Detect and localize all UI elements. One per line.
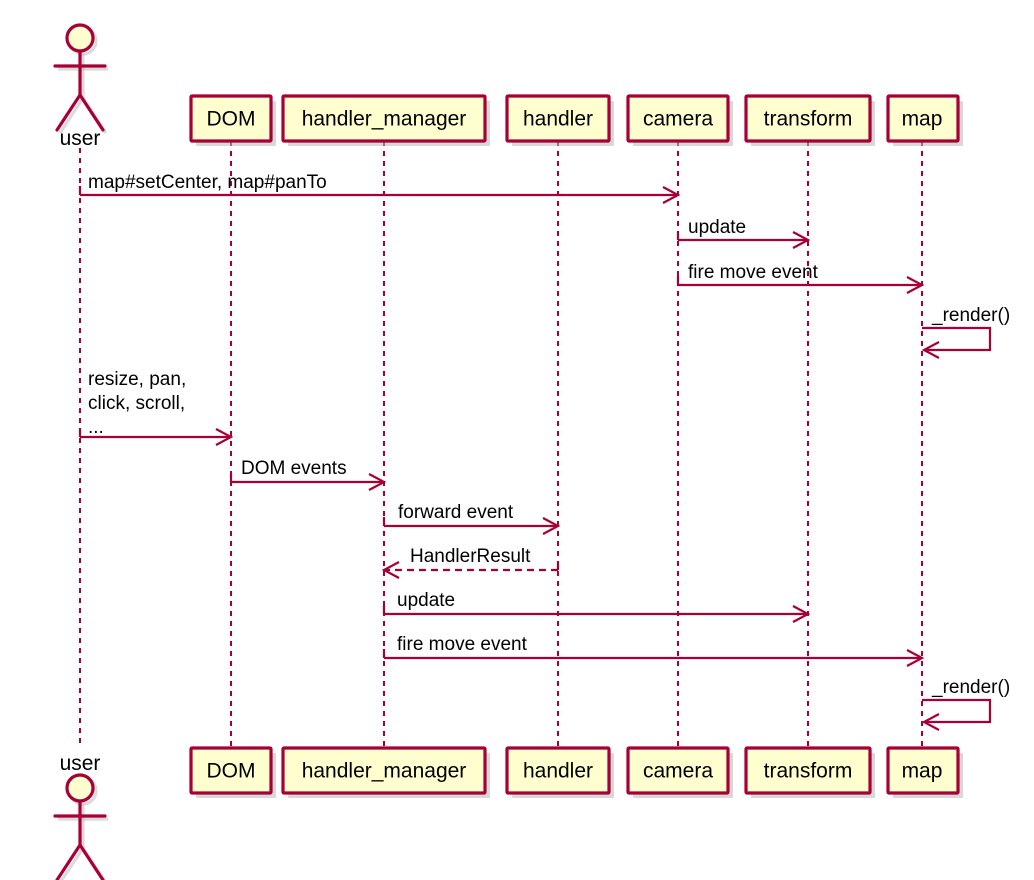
message-label-line-2: click, scroll, — [88, 393, 185, 414]
participant-transform-top[interactable]: transform — [744, 94, 875, 146]
participant-dom-top[interactable]: DOM — [189, 94, 276, 146]
message-dom-events[interactable]: DOM events — [229, 458, 387, 491]
actor-head-icon — [65, 773, 95, 803]
participant-camera-bottom[interactable]: camera — [626, 746, 733, 798]
message-label: update — [397, 590, 455, 611]
participant-label-handler-manager: handler_manager — [302, 108, 467, 131]
participant-label-camera: camera — [643, 760, 713, 783]
message-render-self-bottom[interactable]: _render() — [921, 677, 1010, 731]
participant-map-bottom[interactable]: map — [886, 746, 963, 798]
actor-leg-left-icon — [55, 93, 82, 132]
actor-head-icon — [65, 23, 95, 53]
actor-user-bottom[interactable]: user — [53, 752, 108, 880]
message-fire-move-event-camera-map[interactable]: fire move event — [676, 262, 925, 294]
message-label: HandlerResult — [410, 546, 531, 567]
participant-label-transform: transform — [764, 760, 853, 783]
message-map-setcenter-panto[interactable]: map#setCenter, map#panTo — [78, 172, 681, 204]
participant-label-map: map — [902, 760, 943, 783]
participant-label-handler: handler — [523, 760, 593, 783]
participant-boxes-bottom: DOM handler_manager handler camera trans — [189, 746, 963, 798]
actor-user-top[interactable]: user — [53, 23, 108, 150]
participant-label-dom: DOM — [207, 108, 256, 131]
message-label-line-3: ... — [88, 417, 104, 438]
participant-label-map: map — [902, 108, 943, 131]
message-handler-result[interactable]: HandlerResult — [381, 546, 560, 579]
participant-boxes-top: DOM handler_manager handler camera trans — [189, 94, 963, 146]
message-render-self-top[interactable]: _render() — [921, 305, 1010, 359]
actor-leg-left-icon — [55, 843, 82, 880]
message-update-handler-manager-transform[interactable]: update — [382, 590, 811, 623]
message-label: _render() — [931, 305, 1010, 326]
participant-handler-manager-top[interactable]: handler_manager — [281, 94, 490, 146]
participant-camera-top[interactable]: camera — [626, 94, 733, 146]
message-label: _render() — [931, 677, 1010, 698]
participant-label-transform: transform — [764, 108, 853, 131]
participant-handler-manager-bottom[interactable]: handler_manager — [281, 746, 490, 798]
sequence-diagram-svg: user user DOM handler_manager handler ca… — [53, 23, 1010, 880]
sequence-diagram-canvas: user user DOM handler_manager handler ca… — [0, 0, 1034, 880]
participant-label-camera: camera — [643, 108, 713, 131]
participant-label-handler-manager: handler_manager — [302, 760, 467, 783]
participant-map-top[interactable]: map — [886, 94, 963, 146]
participant-label-handler: handler — [523, 108, 593, 131]
message-fire-move-event-handler-manager-map[interactable]: fire move event — [382, 634, 925, 667]
participant-transform-bottom[interactable]: transform — [744, 746, 875, 798]
actor-label-user-bottom: user — [60, 752, 101, 775]
message-label: fire move event — [397, 634, 528, 655]
actor-leg-right-icon — [78, 93, 105, 132]
message-label: update — [688, 217, 746, 238]
message-label: forward event — [398, 502, 514, 523]
participant-handler-top[interactable]: handler — [505, 94, 614, 146]
message-label: DOM events — [241, 458, 347, 479]
message-label-line-1: resize, pan, — [88, 369, 186, 390]
actor-leg-right-icon — [78, 843, 105, 880]
participant-handler-bottom[interactable]: handler — [505, 746, 614, 798]
participant-label-dom: DOM — [207, 760, 256, 783]
actor-label-user-top: user — [60, 127, 101, 150]
message-forward-event[interactable]: forward event — [382, 502, 561, 535]
message-label: fire move event — [688, 262, 819, 283]
message-update-camera-transform[interactable]: update — [676, 217, 811, 249]
participant-dom-bottom[interactable]: DOM — [189, 746, 276, 798]
message-label: map#setCenter, map#panTo — [88, 172, 327, 193]
message-user-dom-events[interactable]: resize, pan, click, scroll, ... — [78, 369, 234, 446]
